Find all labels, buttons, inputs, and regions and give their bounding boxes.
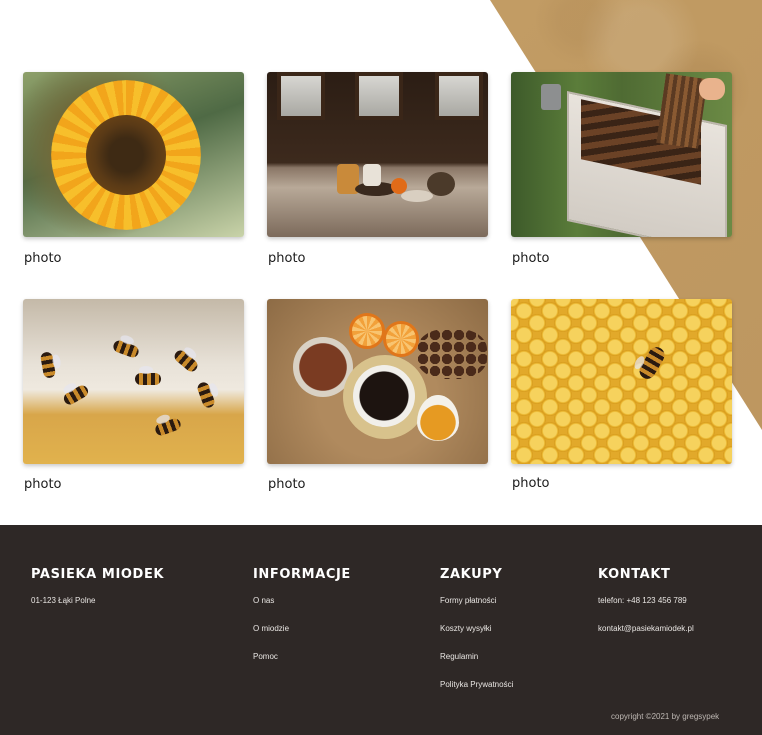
photo-caption: photo [24,477,62,492]
bee [195,380,217,410]
footer-info-title: Informacje [253,567,351,582]
tea-table-photo[interactable] [267,72,488,237]
footer-column-info: Informacje O nas O miodzie Pomoc [253,567,351,680]
photo-caption: photo [512,251,550,266]
footer-contact-title: Kontakt [598,567,671,582]
hand [699,78,725,100]
window-pane [355,72,403,120]
photo-caption: photo [268,477,306,492]
window-pane [277,72,325,120]
footer-link-privacy-policy[interactable]: Polityka Prywatności [440,680,513,689]
photo-caption: photo [268,251,306,266]
honeycomb-photo[interactable] [511,299,732,464]
footer-link-payment-methods[interactable]: Formy płatności [440,596,513,605]
gallery-item[interactable]: photo [267,72,488,266]
bee-smoker [541,84,561,110]
footer-link-terms[interactable]: Regulamin [440,652,513,661]
footer-address: 01-123 Łąki Polne [31,596,96,605]
bee [135,366,161,385]
footer-link-help[interactable]: Pomoc [253,652,351,661]
copyright-text: copyright ©2021 by gregsypek [611,712,720,721]
gallery-item[interactable]: photo [511,299,732,491]
bee [172,348,200,374]
sunflower-photo[interactable] [23,72,244,237]
gallery-item[interactable]: photo [23,72,244,266]
footer-column-brand: Pasieka Miodek 01-123 Łąki Polne [31,567,164,624]
beehive-photo[interactable] [511,72,732,237]
orange-slice [349,313,385,349]
footer-phone-link[interactable]: telefon: +48 123 456 789 [598,596,694,605]
site-footer: Pasieka Miodek 01-123 Łąki Polne Informa… [0,525,762,735]
footer-link-about[interactable]: O nas [253,596,351,605]
photo-gallery: photo photo photo photo photo photo [0,0,762,525]
footer-shopping-title: Zakupy [440,567,503,582]
footer-link-shipping-costs[interactable]: Koszty wysyłki [440,624,513,633]
footer-brand-title: Pasieka Miodek [31,567,165,582]
bee [636,344,668,382]
bowl [401,190,433,202]
bee [111,338,141,360]
bee [39,351,57,379]
photo-caption: photo [512,476,550,491]
tea-with-honey-photo[interactable] [267,299,488,464]
window-pane [435,72,483,120]
teacup [363,164,381,186]
photo-caption: photo [24,251,62,266]
gallery-item[interactable]: photo [23,299,244,492]
gallery-item[interactable]: photo [511,72,732,266]
footer-column-contact: Kontakt telefon: +48 123 456 789 kontakt… [598,567,694,652]
page: photo photo photo photo photo photo PASI… [0,0,762,735]
sunflower-center [86,115,166,195]
orange-slice [383,321,419,357]
footer-column-shopping: Zakupy Formy płatności Koszty wysyłki Re… [440,567,513,708]
footer-email-link[interactable]: kontakt@pasiekamiodek.pl [598,624,694,633]
bee [153,416,183,438]
bees-photo[interactable] [23,299,244,464]
gallery-item[interactable]: photo [267,299,488,492]
footer-link-about-honey[interactable]: O miodzie [253,624,351,633]
coffee-beans [417,329,487,379]
tea-cup [353,365,415,427]
honey-dish [417,395,459,441]
bee [61,383,91,407]
